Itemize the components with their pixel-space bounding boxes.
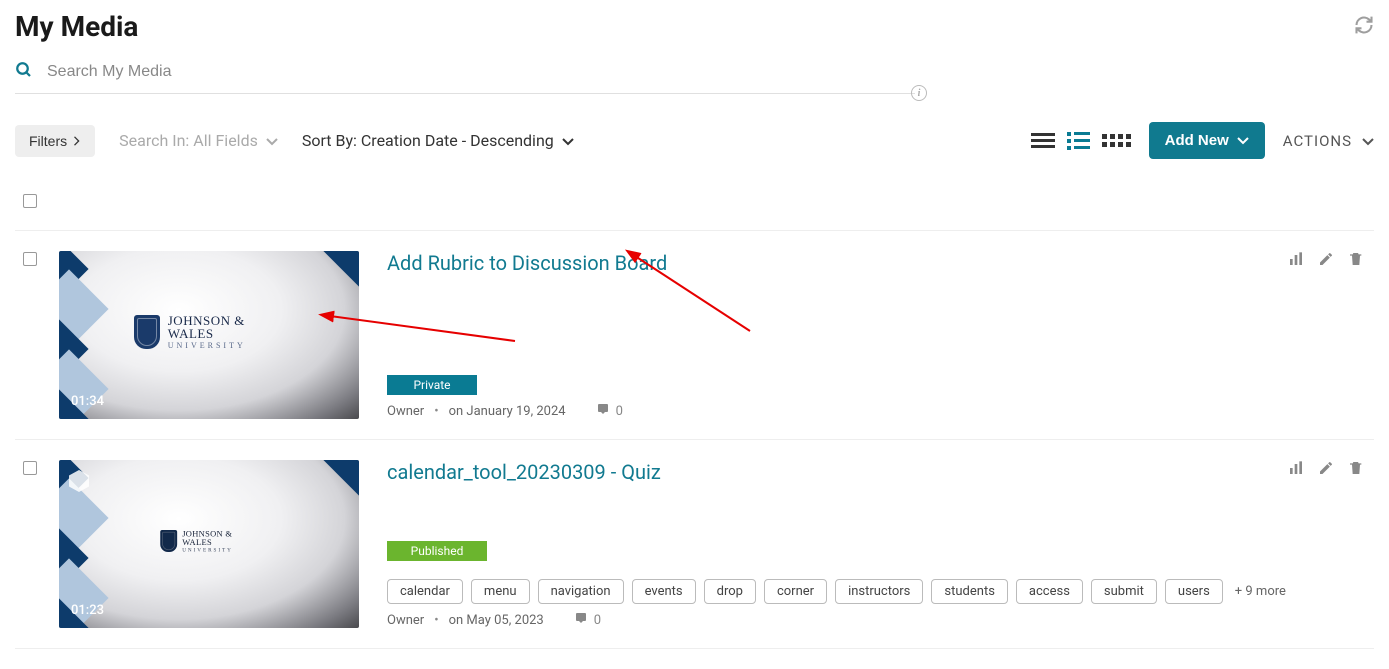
status-badge: Private bbox=[387, 375, 477, 395]
thumbnail-logo: JOHNSON & WALES UNIVERSITY bbox=[134, 314, 284, 350]
edit-icon[interactable] bbox=[1318, 251, 1334, 271]
meta-row: Owner • on January 19, 2024 0 bbox=[387, 403, 1374, 419]
owner-label: Owner bbox=[387, 613, 424, 628]
more-tags-link[interactable]: + 9 more bbox=[1235, 584, 1286, 599]
tag[interactable]: corner bbox=[764, 579, 827, 604]
search-icon bbox=[15, 61, 33, 83]
owner-label: Owner bbox=[387, 404, 424, 419]
tag[interactable]: instructors bbox=[835, 579, 923, 604]
delete-icon[interactable] bbox=[1348, 460, 1364, 480]
actions-dropdown[interactable]: ACTIONS bbox=[1283, 132, 1374, 150]
comment-count: 0 bbox=[594, 613, 601, 628]
search-in-dropdown[interactable]: Search In: All Fields bbox=[119, 131, 278, 150]
filters-button[interactable]: Filters bbox=[15, 125, 95, 157]
tag[interactable]: menu bbox=[471, 579, 530, 604]
chevron-down-icon bbox=[1237, 132, 1249, 149]
chevron-down-icon bbox=[1362, 132, 1374, 150]
tag[interactable]: students bbox=[931, 579, 1008, 604]
view-grid-button[interactable] bbox=[1102, 134, 1131, 147]
duration-label: 01:34 bbox=[71, 394, 104, 409]
tag[interactable]: drop bbox=[704, 579, 756, 604]
date-label: on January 19, 2024 bbox=[449, 404, 566, 419]
filters-label: Filters bbox=[29, 133, 67, 149]
page-title: My Media bbox=[15, 10, 138, 43]
tags-row: calendar menu navigation events drop corner in… bbox=[387, 579, 1374, 604]
item-checkbox[interactable] bbox=[23, 252, 37, 266]
item-checkbox[interactable] bbox=[23, 461, 37, 475]
delete-icon[interactable] bbox=[1348, 251, 1364, 271]
edit-icon[interactable] bbox=[1318, 460, 1334, 480]
tag[interactable]: calendar bbox=[387, 579, 463, 604]
analytics-icon[interactable] bbox=[1288, 251, 1304, 271]
tag[interactable]: submit bbox=[1091, 579, 1157, 604]
search-in-label: Search In: All Fields bbox=[119, 131, 258, 150]
tag[interactable]: access bbox=[1016, 579, 1083, 604]
tag[interactable]: navigation bbox=[538, 579, 624, 604]
separator-dot: • bbox=[434, 404, 438, 419]
media-item: JOHNSON & WALES UNIVERSITY 01:34 Add Rub… bbox=[15, 231, 1374, 440]
media-thumbnail[interactable]: JOHNSON & WALES UNIVERSITY 01:34 bbox=[59, 251, 359, 419]
sort-by-label: Sort By: Creation Date - Descending bbox=[302, 131, 554, 150]
view-compact-button[interactable] bbox=[1031, 133, 1055, 148]
refresh-icon[interactable] bbox=[1354, 15, 1374, 39]
chevron-right-icon bbox=[73, 133, 81, 149]
analytics-icon[interactable] bbox=[1288, 460, 1304, 480]
status-badge: Published bbox=[387, 541, 487, 561]
date-label: on May 05, 2023 bbox=[449, 613, 544, 628]
media-thumbnail[interactable]: JOHNSON & WALES UNIVERSITY 01:23 bbox=[59, 460, 359, 628]
comment-count: 0 bbox=[616, 404, 623, 419]
add-new-button[interactable]: Add New bbox=[1149, 122, 1265, 159]
meta-row: Owner • on May 05, 2023 0 bbox=[387, 612, 1374, 628]
media-title-link[interactable]: calendar_tool_20230309 - Quiz bbox=[387, 460, 1374, 484]
add-new-label: Add New bbox=[1165, 132, 1229, 149]
tag[interactable]: events bbox=[632, 579, 696, 604]
comment-icon bbox=[574, 612, 588, 628]
actions-label: ACTIONS bbox=[1283, 132, 1352, 150]
tag[interactable]: users bbox=[1165, 579, 1223, 604]
info-icon[interactable]: i bbox=[911, 85, 927, 101]
chevron-down-icon bbox=[562, 131, 574, 150]
media-title-link[interactable]: Add Rubric to Discussion Board bbox=[387, 251, 1374, 275]
duration-label: 01:23 bbox=[71, 603, 104, 618]
thumbnail-logo: JOHNSON & WALES UNIVERSITY bbox=[160, 529, 258, 552]
sort-by-dropdown[interactable]: Sort By: Creation Date - Descending bbox=[302, 131, 574, 150]
chevron-down-icon bbox=[266, 131, 278, 150]
view-detailed-button[interactable] bbox=[1067, 132, 1090, 150]
search-input[interactable] bbox=[47, 63, 915, 81]
separator-dot: • bbox=[434, 613, 438, 628]
media-item: JOHNSON & WALES UNIVERSITY 01:23 calenda… bbox=[15, 440, 1374, 649]
comment-icon bbox=[596, 403, 610, 419]
select-all-checkbox[interactable] bbox=[23, 194, 37, 208]
